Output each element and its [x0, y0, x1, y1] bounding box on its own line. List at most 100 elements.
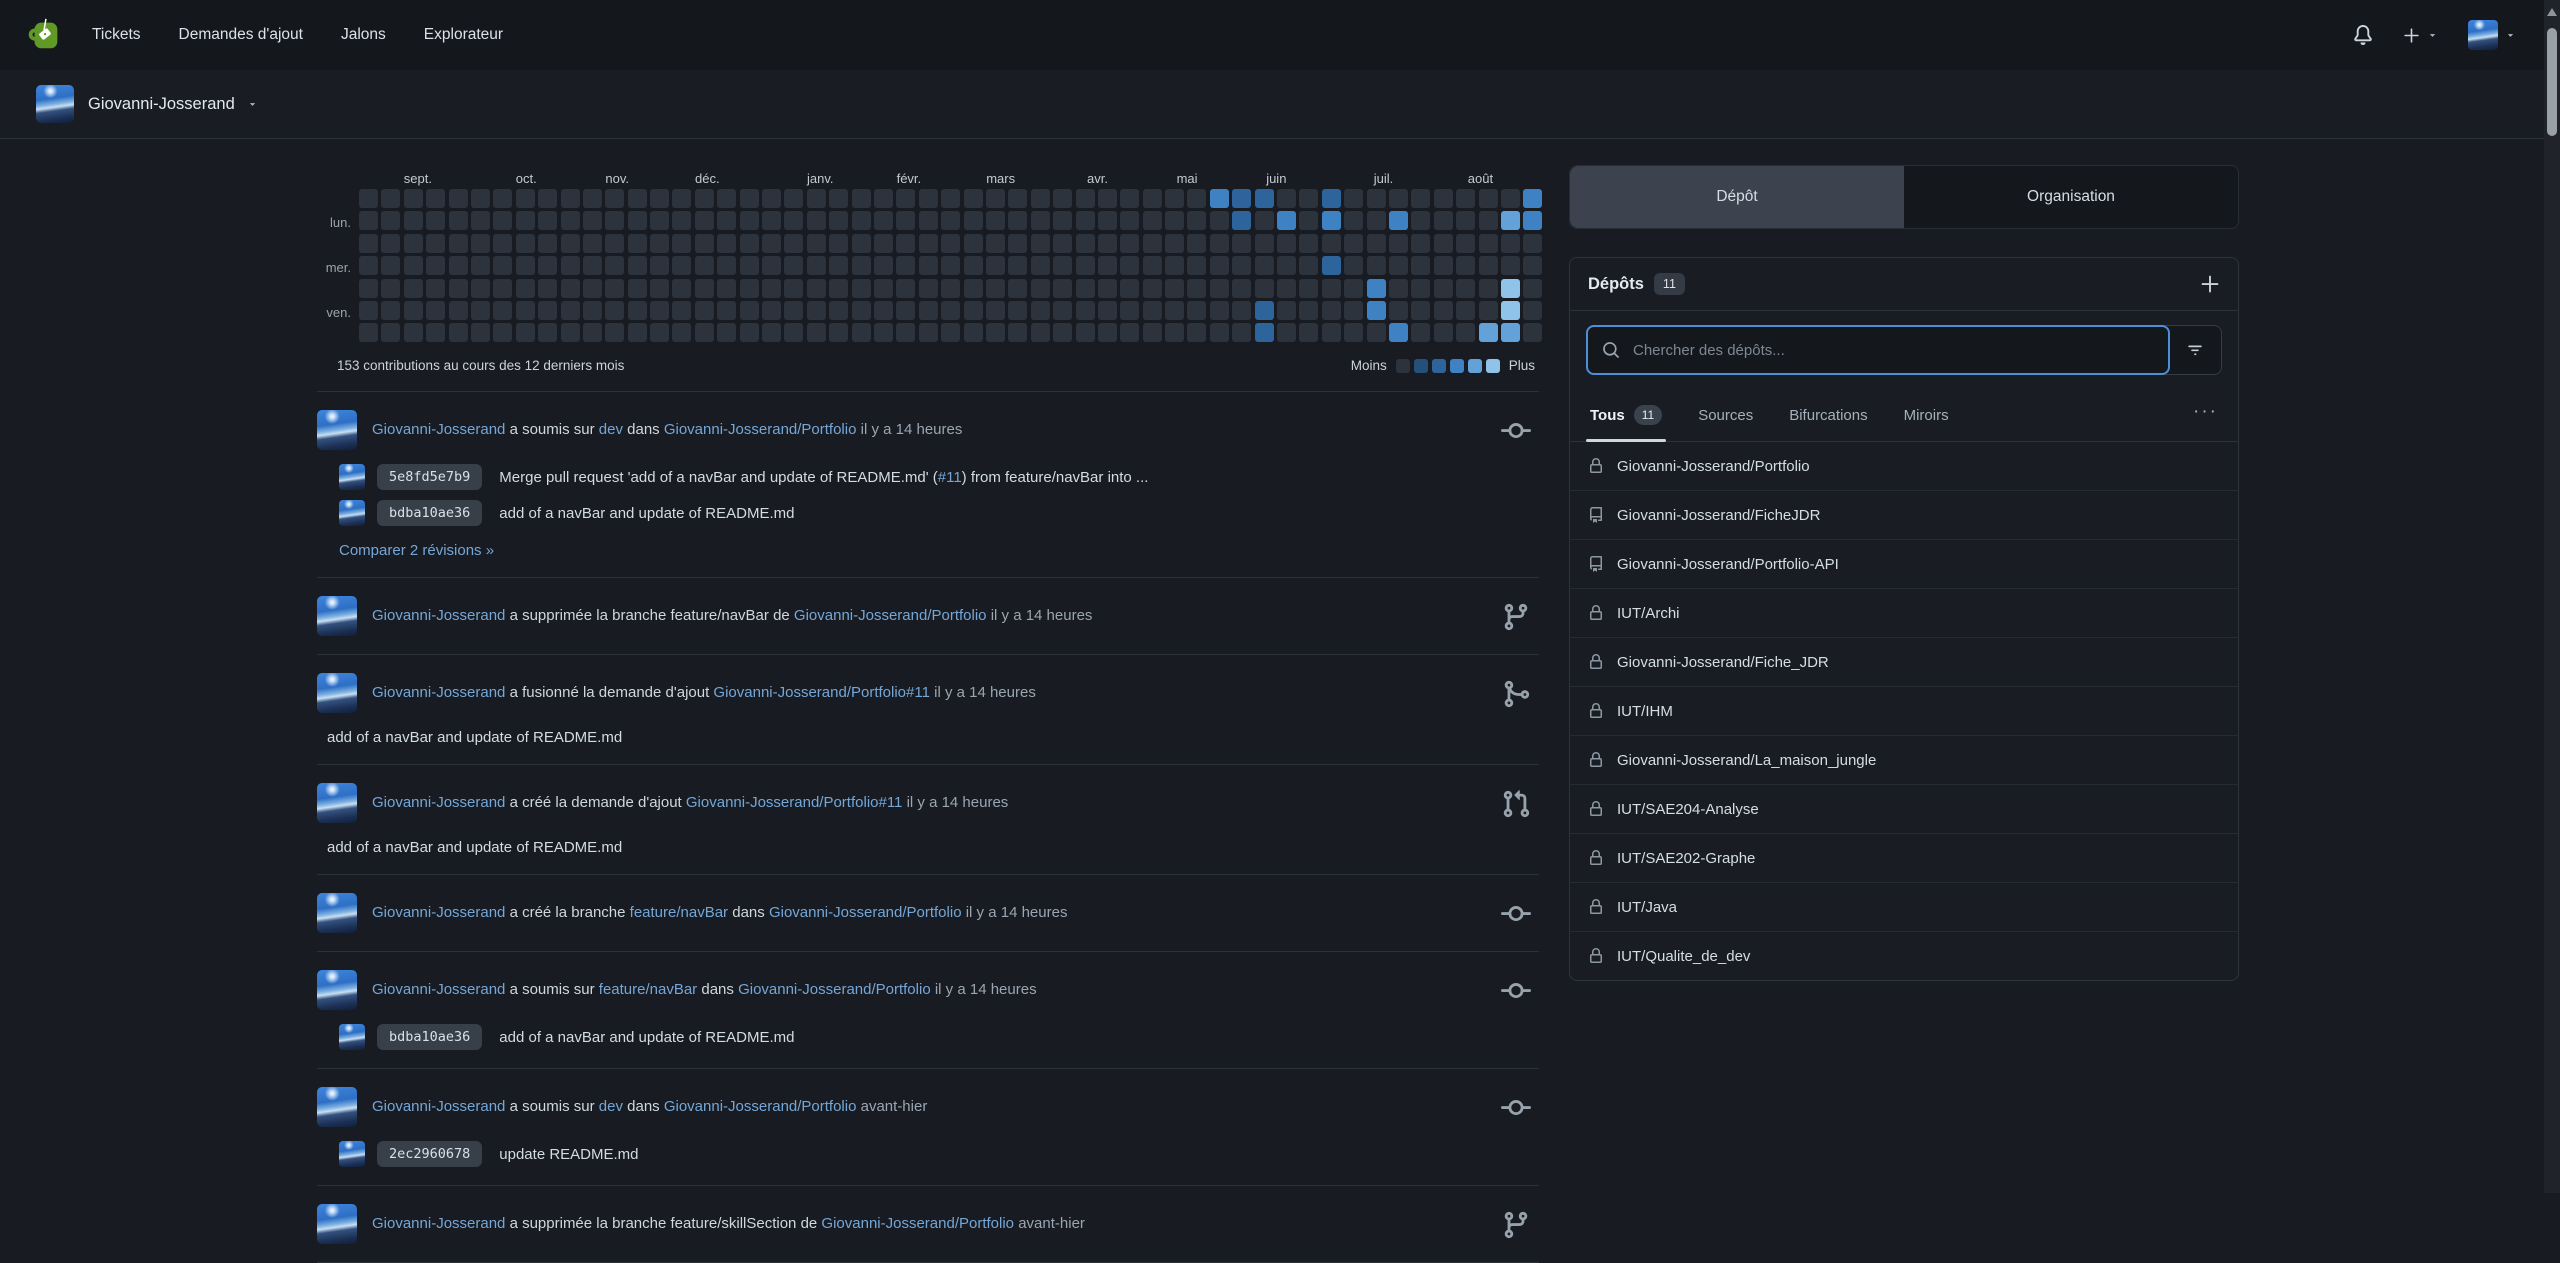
nav-item-tickets[interactable]: Tickets [90, 20, 143, 50]
nav-item-explore[interactable]: Explorateur [422, 20, 505, 50]
commit-author-avatar[interactable] [339, 500, 365, 526]
repository-link[interactable]: Giovanni-Josserand/FicheJDR [1617, 507, 1820, 524]
compare-commits-link[interactable]: Comparer 2 révisions » [339, 542, 494, 559]
repository-row[interactable]: Giovanni-Josserand/Portfolio [1570, 442, 2238, 490]
repository-row[interactable]: IUT/SAE202-Graphe [1570, 833, 2238, 882]
new-repository-plus-icon[interactable] [2200, 274, 2220, 294]
feed-link[interactable]: Giovanni-Josserand/Portfolio [821, 1215, 1014, 1232]
feed-link[interactable]: Giovanni-Josserand/Portfolio [738, 981, 931, 998]
heatmap-cell [561, 211, 580, 230]
create-new-button[interactable] [2403, 27, 2438, 44]
feed-user-avatar[interactable] [317, 596, 357, 636]
feed-link[interactable]: Giovanni-Josserand [372, 794, 505, 811]
repository-filter-icon[interactable] [2169, 326, 2221, 374]
heatmap-cell [1322, 323, 1341, 342]
repo-filter-tab-tous[interactable]: Tous11 [1590, 389, 1662, 441]
feed-link[interactable]: Giovanni-Josserand/Portfolio [664, 421, 857, 438]
feed-user-avatar[interactable] [317, 970, 357, 1010]
feed-link[interactable]: dev [599, 421, 623, 438]
repository-row[interactable]: Giovanni-Josserand/La_maison_jungle [1570, 735, 2238, 784]
user-menu-button[interactable] [2468, 20, 2516, 50]
heatmap-cell [1456, 211, 1475, 230]
feed-link[interactable]: Giovanni-Josserand/Portfolio#11 [713, 684, 930, 701]
feed-user-avatar[interactable] [317, 410, 357, 450]
heatmap-cell [449, 189, 468, 208]
repo-filter-tab-miroirs[interactable]: Miroirs [1904, 389, 1949, 441]
feed-text: a soumis sur [505, 1098, 598, 1115]
feed-link[interactable]: Giovanni-Josserand/Portfolio [794, 607, 987, 624]
commit-sha-badge[interactable]: bdba10ae36 [377, 1024, 482, 1050]
feed-link[interactable]: Giovanni-Josserand [372, 904, 505, 921]
tab-organization[interactable]: Organisation [1904, 166, 2238, 228]
heatmap-cell [852, 323, 871, 342]
commit-author-avatar[interactable] [339, 1141, 365, 1167]
gitea-logo-icon[interactable] [26, 16, 64, 54]
feed-link[interactable]: Giovanni-Josserand/Portfolio [664, 1098, 857, 1115]
heatmap-cell [1277, 323, 1296, 342]
feed-item: Giovanni-Josserand a soumis sur dev dans… [317, 392, 1539, 578]
repository-row[interactable]: IUT/Qualite_de_dev [1570, 931, 2238, 980]
scrollbar-thumb[interactable] [2547, 28, 2557, 136]
heatmap-cell [964, 211, 983, 230]
feed-user-avatar[interactable] [317, 893, 357, 933]
repository-link[interactable]: IUT/SAE204-Analyse [1617, 801, 1759, 818]
feed-link[interactable]: Giovanni-Josserand/Portfolio#11 [686, 794, 903, 811]
feed-link[interactable]: Giovanni-Josserand/Portfolio [769, 904, 962, 921]
feed-link[interactable]: feature/navBar [599, 981, 697, 998]
feed-link[interactable]: Giovanni-Josserand [372, 421, 505, 438]
heatmap-cell [1322, 234, 1341, 253]
context-user-avatar[interactable] [36, 85, 74, 123]
heatmap-cell [1210, 323, 1229, 342]
repository-link[interactable]: IUT/Archi [1617, 605, 1680, 622]
commit-sha-badge[interactable]: 5e8fd5e7b9 [377, 464, 482, 490]
feed-user-avatar[interactable] [317, 673, 357, 713]
feed-link[interactable]: dev [599, 1098, 623, 1115]
feed-link[interactable]: Giovanni-Josserand [372, 607, 505, 624]
repository-search-input[interactable] [1631, 341, 2154, 360]
feed-link[interactable]: Giovanni-Josserand [372, 981, 505, 998]
repository-link[interactable]: IUT/IHM [1617, 703, 1673, 720]
context-user-name[interactable]: Giovanni-Josserand [88, 95, 235, 114]
nav-item-milestones[interactable]: Jalons [339, 20, 388, 50]
repository-row[interactable]: Giovanni-Josserand/Fiche_JDR [1570, 637, 2238, 686]
commit-sha-badge[interactable]: bdba10ae36 [377, 500, 482, 526]
scrollbar-up-arrow[interactable] [2547, 8, 2557, 16]
heatmap-cell [583, 256, 602, 275]
repository-row[interactable]: Giovanni-Josserand/Portfolio-API [1570, 539, 2238, 588]
repo-filter-more-button[interactable]: ··· [2193, 401, 2218, 429]
commit-author-avatar[interactable] [339, 1024, 365, 1050]
feed-user-avatar[interactable] [317, 783, 357, 823]
repo-filter-tab-bifurcations[interactable]: Bifurcations [1789, 389, 1867, 441]
notifications-bell-icon[interactable] [2353, 25, 2373, 45]
commit-sha-badge[interactable]: 2ec2960678 [377, 1141, 482, 1167]
commit-author-avatar[interactable] [339, 464, 365, 490]
tab-repository[interactable]: Dépôt [1570, 166, 1904, 228]
repository-link[interactable]: IUT/Qualite_de_dev [1617, 948, 1750, 965]
repository-row[interactable]: IUT/IHM [1570, 686, 2238, 735]
feed-link[interactable]: Giovanni-Josserand [372, 1098, 505, 1115]
nav-item-pull-requests[interactable]: Demandes d'ajout [177, 20, 305, 50]
heatmap-cell [919, 189, 938, 208]
heatmap-cell [426, 301, 445, 320]
repository-row[interactable]: IUT/Java [1570, 882, 2238, 931]
repository-row[interactable]: IUT/SAE204-Analyse [1570, 784, 2238, 833]
feed-user-avatar[interactable] [317, 1087, 357, 1127]
feed-link[interactable]: feature/navBar [630, 904, 728, 921]
heatmap-cell [1255, 211, 1274, 230]
repo-filter-tab-sources[interactable]: Sources [1698, 389, 1753, 441]
feed-link[interactable]: Giovanni-Josserand [372, 684, 505, 701]
feed-user-avatar[interactable] [317, 1204, 357, 1244]
repository-row[interactable]: Giovanni-Josserand/FicheJDR [1570, 490, 2238, 539]
heatmap-cell [1008, 256, 1027, 275]
feed-link[interactable]: Giovanni-Josserand [372, 1215, 505, 1232]
repository-link[interactable]: IUT/SAE202-Graphe [1617, 850, 1755, 867]
repository-link[interactable]: Giovanni-Josserand/Portfolio [1617, 458, 1810, 475]
repository-row[interactable]: IUT/Archi [1570, 588, 2238, 637]
repository-link[interactable]: Giovanni-Josserand/Portfolio-API [1617, 556, 1839, 573]
repository-link[interactable]: IUT/Java [1617, 899, 1677, 916]
repository-link[interactable]: Giovanni-Josserand/La_maison_jungle [1617, 752, 1876, 769]
feed-item: Giovanni-Josserand a créé la demande d'a… [317, 765, 1539, 875]
issue-link[interactable]: #11 [938, 469, 962, 486]
repository-link[interactable]: Giovanni-Josserand/Fiche_JDR [1617, 654, 1829, 671]
heatmap-cell [1277, 301, 1296, 320]
